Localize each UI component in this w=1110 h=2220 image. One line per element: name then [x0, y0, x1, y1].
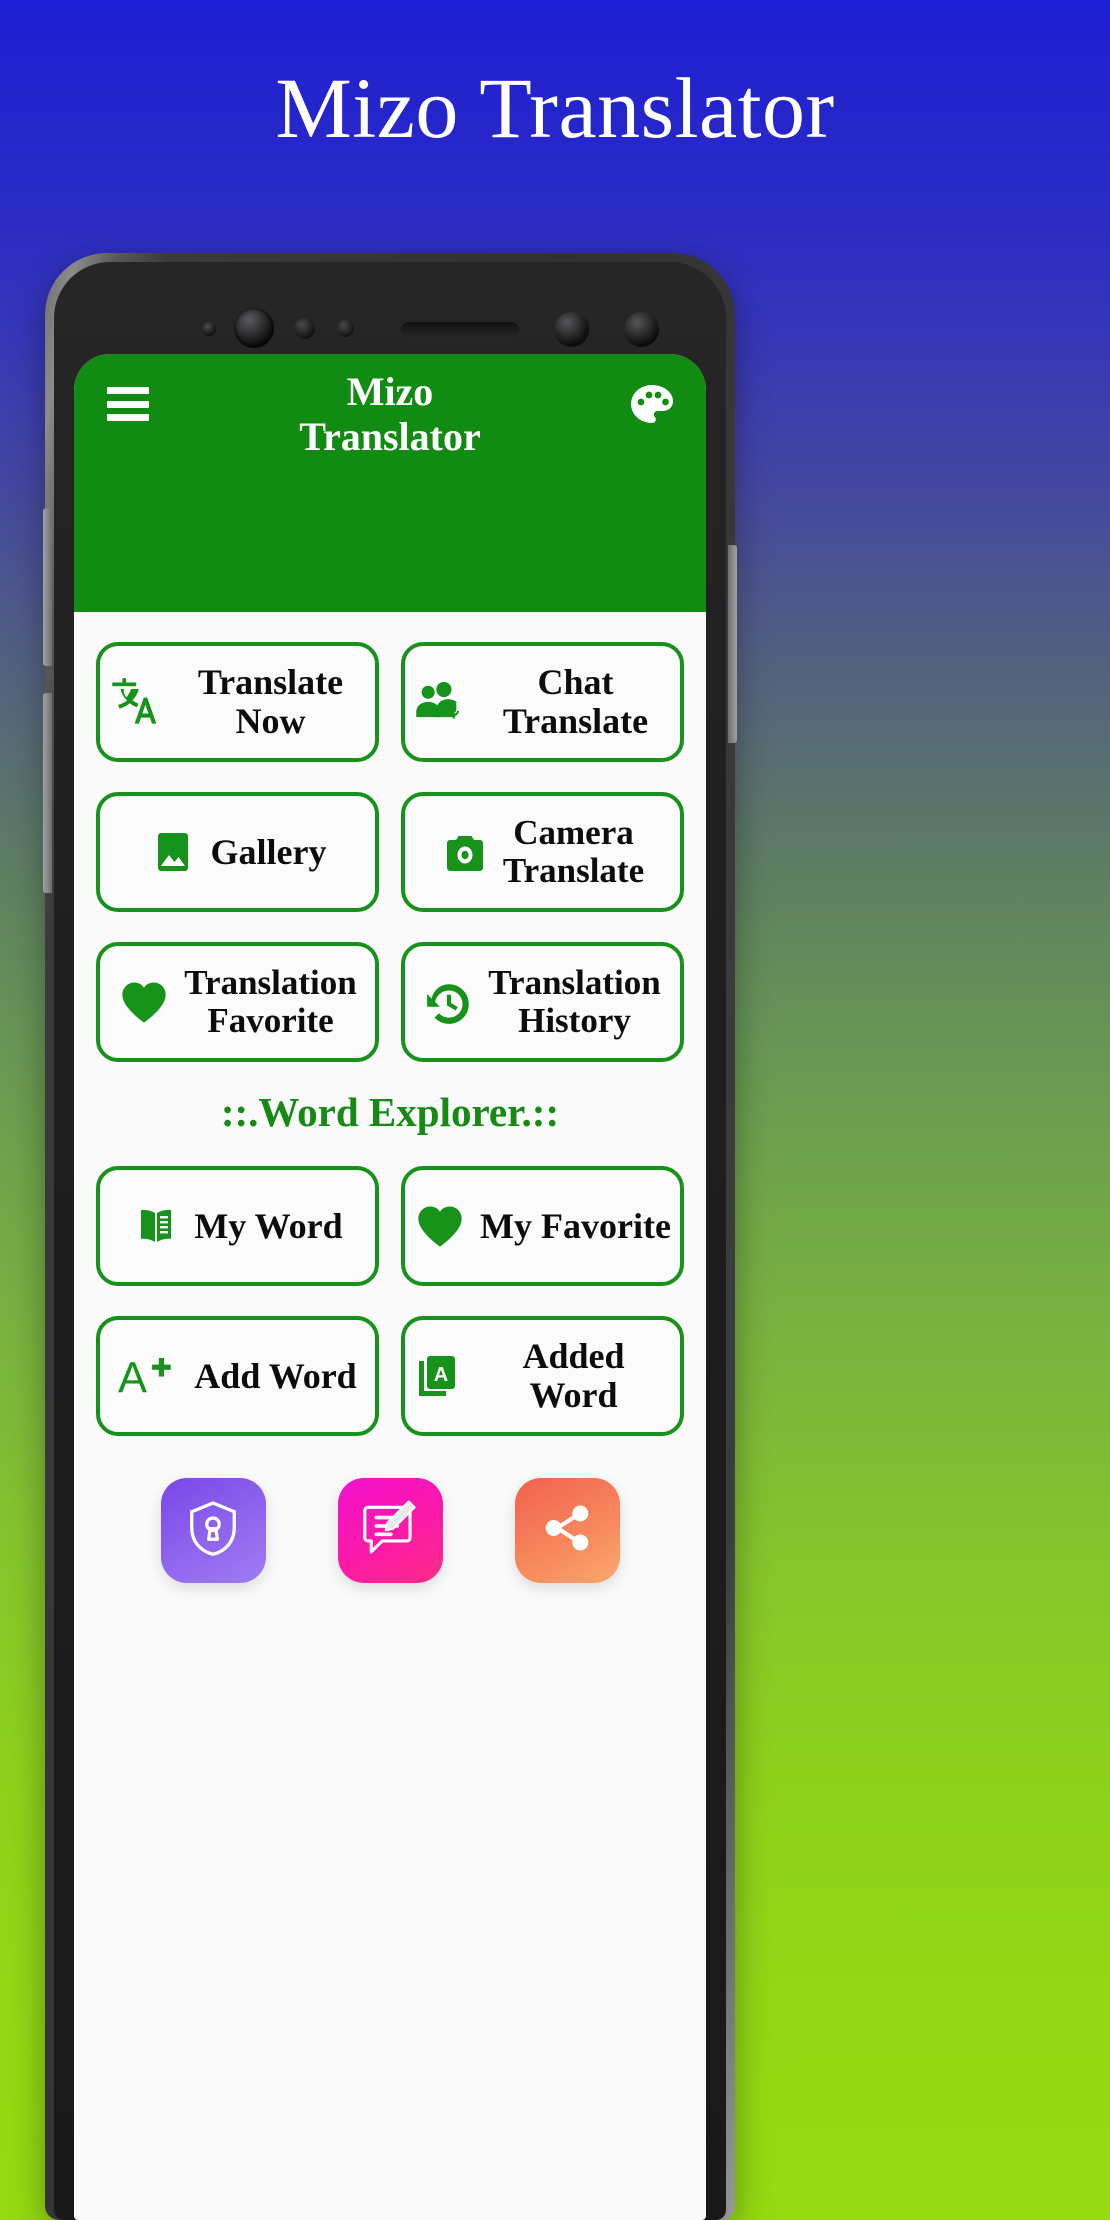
tile-translation-history[interactable]: Translation History — [401, 942, 684, 1062]
privacy-policy-button[interactable] — [160, 1478, 266, 1583]
svg-text:A: A — [434, 1364, 448, 1386]
phone-mockup: Mizo Translator Translate Now Chat Trans… — [43, 253, 737, 2220]
feedback-edit-icon — [359, 1497, 421, 1564]
tile-row: A Add Word A Added Word — [96, 1316, 684, 1436]
open-book-icon — [132, 1202, 180, 1250]
app-bar-title: Mizo Translator — [74, 369, 706, 460]
app-bar-title-line1: Mizo — [346, 369, 434, 414]
tile-label-line1: Translation — [184, 963, 357, 1003]
phone-sensor-strip — [54, 286, 726, 364]
tile-label-line1: Translation — [488, 963, 661, 1003]
sensor-dot-icon — [337, 320, 354, 337]
phone-volume-down-button — [43, 693, 52, 893]
word-explorer-section-title: ::.Word Explorer.:: — [220, 1089, 560, 1135]
translate-icon — [108, 676, 160, 728]
tile-label: Translate Now — [197, 662, 344, 741]
phone-bezel: Mizo Translator Translate Now Chat Trans… — [54, 262, 726, 2220]
tile-label: Translation History — [488, 964, 660, 1040]
tile-label: My Favorite — [480, 1205, 671, 1246]
image-gallery-icon — [149, 828, 197, 876]
sensor-dot-icon — [202, 322, 216, 336]
tile-label-line2: History — [518, 1001, 631, 1040]
tile-label-line2: Favorite — [207, 1001, 334, 1040]
tile-translation-favorite[interactable]: Translation Favorite — [96, 942, 379, 1062]
tile-added-word[interactable]: A Added Word — [401, 1316, 684, 1436]
shield-lock-icon — [183, 1498, 243, 1563]
tile-row: Translation Favorite Translation History — [96, 942, 684, 1062]
bottom-action-row — [96, 1478, 684, 1603]
app-bar-title-line2: Translator — [299, 413, 481, 459]
tile-chat-translate[interactable]: Chat Translate — [401, 642, 684, 762]
tile-label-line1: Camera — [513, 813, 634, 853]
added-cards-icon: A — [413, 1352, 461, 1400]
front-camera-icon — [234, 308, 274, 348]
tile-row: Gallery Camera Translate — [96, 792, 684, 912]
phone-screen: Mizo Translator Translate Now Chat Trans… — [74, 354, 706, 2220]
tile-label: Camera Translate — [503, 814, 644, 890]
tile-translate-now[interactable]: Translate Now — [96, 642, 379, 762]
camera-icon — [441, 828, 489, 876]
tile-label: Add Word — [194, 1355, 357, 1396]
action-grid: Translate Now Chat Translate Gallery Cam… — [74, 642, 706, 1603]
tile-row: My Word My Favorite — [96, 1166, 684, 1286]
tile-row: Translate Now Chat Translate — [96, 642, 684, 762]
tile-gallery[interactable]: Gallery — [96, 792, 379, 912]
chat-translate-icon — [413, 676, 465, 728]
heart-icon — [118, 976, 170, 1028]
share-button[interactable] — [514, 1478, 620, 1583]
promo-title: Mizo Translator — [275, 60, 835, 156]
earpiece-speaker — [401, 322, 519, 337]
tile-add-word[interactable]: A Add Word — [96, 1316, 379, 1436]
sensor-dot-icon — [294, 318, 315, 339]
phone-power-button — [728, 545, 737, 743]
history-icon — [424, 977, 474, 1027]
tile-label: Translation Favorite — [184, 964, 356, 1040]
tile-my-word[interactable]: My Word — [96, 1166, 379, 1286]
share-icon — [538, 1499, 596, 1562]
tile-label: Chat Translate — [502, 662, 649, 741]
sensor-dot-icon — [554, 312, 589, 347]
tile-label: Gallery — [210, 831, 327, 872]
tile-label: Added Word — [522, 1336, 625, 1415]
feedback-button[interactable] — [337, 1478, 443, 1583]
tile-my-favorite[interactable]: My Favorite — [401, 1166, 684, 1286]
a-plus-icon: A — [118, 1351, 180, 1401]
tile-label: My Word — [194, 1205, 343, 1246]
app-bar: Mizo Translator — [74, 354, 706, 612]
tile-camera-translate[interactable]: Camera Translate — [401, 792, 684, 912]
phone-volume-up-button — [43, 508, 52, 666]
palette-icon[interactable] — [626, 380, 678, 432]
tile-label-line2: Translate — [502, 851, 645, 890]
heart-icon — [414, 1200, 466, 1252]
sensor-dot-icon — [624, 312, 659, 347]
svg-text:A: A — [118, 1355, 147, 1401]
